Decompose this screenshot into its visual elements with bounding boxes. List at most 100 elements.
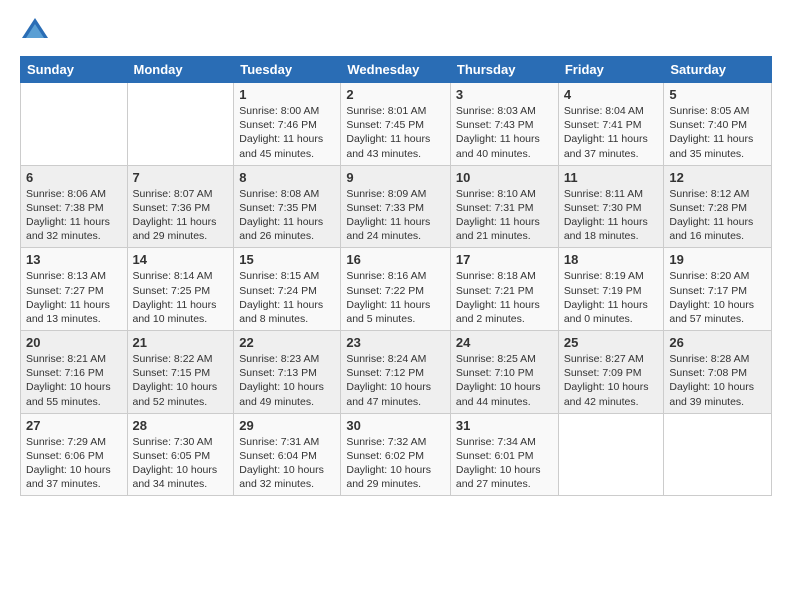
day-cell: 1 Sunrise: 8:00 AM Sunset: 7:46 PM Daylig… <box>234 83 341 166</box>
weekday-row: SundayMondayTuesdayWednesdayThursdayFrid… <box>21 57 772 83</box>
day-info: Sunrise: 8:27 AM Sunset: 7:09 PM Dayligh… <box>564 352 659 409</box>
day-info: Sunrise: 8:01 AM Sunset: 7:45 PM Dayligh… <box>346 104 445 161</box>
header <box>20 16 772 46</box>
day-info: Sunrise: 8:09 AM Sunset: 7:33 PM Dayligh… <box>346 187 445 244</box>
day-number: 30 <box>346 418 445 433</box>
day-cell: 13 Sunrise: 8:13 AM Sunset: 7:27 PM Dayli… <box>21 248 128 331</box>
day-number: 29 <box>239 418 335 433</box>
day-info: Sunrise: 8:04 AM Sunset: 7:41 PM Dayligh… <box>564 104 659 161</box>
day-number: 7 <box>133 170 229 185</box>
weekday-header-tuesday: Tuesday <box>234 57 341 83</box>
day-cell <box>127 83 234 166</box>
day-cell: 24Sunrise: 8:25 AM Sunset: 7:10 PM Dayli… <box>450 331 558 414</box>
day-number: 9 <box>346 170 445 185</box>
day-number: 19 <box>669 252 766 267</box>
day-info: Sunrise: 7:30 AM Sunset: 6:05 PM Dayligh… <box>133 435 229 492</box>
day-number: 23 <box>346 335 445 350</box>
day-number: 12 <box>669 170 766 185</box>
day-cell <box>21 83 128 166</box>
week-row-3: 13 Sunrise: 8:13 AM Sunset: 7:27 PM Dayli… <box>21 248 772 331</box>
day-info: Sunrise: 8:05 AM Sunset: 7:40 PM Dayligh… <box>669 104 766 161</box>
day-info: Sunrise: 8:15 AM Sunset: 7:24 PM Dayligh… <box>239 269 335 326</box>
day-number: 17 <box>456 252 553 267</box>
day-cell: 3 Sunrise: 8:03 AM Sunset: 7:43 PM Daylig… <box>450 83 558 166</box>
calendar-body: 1 Sunrise: 8:00 AM Sunset: 7:46 PM Daylig… <box>21 83 772 496</box>
day-number: 2 <box>346 87 445 102</box>
week-row-1: 1 Sunrise: 8:00 AM Sunset: 7:46 PM Daylig… <box>21 83 772 166</box>
day-number: 4 <box>564 87 659 102</box>
day-info: Sunrise: 7:29 AM Sunset: 6:06 PM Dayligh… <box>26 435 122 492</box>
day-cell: 9 Sunrise: 8:09 AM Sunset: 7:33 PM Daylig… <box>341 165 451 248</box>
day-info: Sunrise: 8:21 AM Sunset: 7:16 PM Dayligh… <box>26 352 122 409</box>
day-info: Sunrise: 8:22 AM Sunset: 7:15 PM Dayligh… <box>133 352 229 409</box>
day-number: 21 <box>133 335 229 350</box>
weekday-header-sunday: Sunday <box>21 57 128 83</box>
day-cell: 17Sunrise: 8:18 AM Sunset: 7:21 PM Dayli… <box>450 248 558 331</box>
day-info: Sunrise: 8:14 AM Sunset: 7:25 PM Dayligh… <box>133 269 229 326</box>
day-number: 11 <box>564 170 659 185</box>
day-cell: 23 Sunrise: 8:24 AM Sunset: 7:12 PM Dayli… <box>341 331 451 414</box>
weekday-header-thursday: Thursday <box>450 57 558 83</box>
day-number: 6 <box>26 170 122 185</box>
day-info: Sunrise: 7:32 AM Sunset: 6:02 PM Dayligh… <box>346 435 445 492</box>
day-number: 1 <box>239 87 335 102</box>
day-number: 26 <box>669 335 766 350</box>
day-info: Sunrise: 8:03 AM Sunset: 7:43 PM Dayligh… <box>456 104 553 161</box>
day-info: Sunrise: 7:31 AM Sunset: 6:04 PM Dayligh… <box>239 435 335 492</box>
day-number: 31 <box>456 418 553 433</box>
day-info: Sunrise: 8:06 AM Sunset: 7:38 PM Dayligh… <box>26 187 122 244</box>
week-row-2: 6 Sunrise: 8:06 AM Sunset: 7:38 PM Daylig… <box>21 165 772 248</box>
day-number: 28 <box>133 418 229 433</box>
weekday-header-wednesday: Wednesday <box>341 57 451 83</box>
day-number: 14 <box>133 252 229 267</box>
day-cell: 29 Sunrise: 7:31 AM Sunset: 6:04 PM Dayli… <box>234 413 341 496</box>
day-cell: 11Sunrise: 8:11 AM Sunset: 7:30 PM Dayli… <box>558 165 664 248</box>
day-cell: 22Sunrise: 8:23 AM Sunset: 7:13 PM Dayli… <box>234 331 341 414</box>
day-cell: 27 Sunrise: 7:29 AM Sunset: 6:06 PM Dayli… <box>21 413 128 496</box>
logo <box>20 16 54 46</box>
day-info: Sunrise: 7:34 AM Sunset: 6:01 PM Dayligh… <box>456 435 553 492</box>
day-cell: 20 Sunrise: 8:21 AM Sunset: 7:16 PM Dayli… <box>21 331 128 414</box>
day-cell <box>558 413 664 496</box>
day-info: Sunrise: 8:28 AM Sunset: 7:08 PM Dayligh… <box>669 352 766 409</box>
day-cell: 6 Sunrise: 8:06 AM Sunset: 7:38 PM Daylig… <box>21 165 128 248</box>
calendar-header: SundayMondayTuesdayWednesdayThursdayFrid… <box>21 57 772 83</box>
day-cell: 14 Sunrise: 8:14 AM Sunset: 7:25 PM Dayli… <box>127 248 234 331</box>
weekday-header-monday: Monday <box>127 57 234 83</box>
day-info: Sunrise: 8:19 AM Sunset: 7:19 PM Dayligh… <box>564 269 659 326</box>
day-cell: 25 Sunrise: 8:27 AM Sunset: 7:09 PM Dayli… <box>558 331 664 414</box>
day-number: 16 <box>346 252 445 267</box>
day-cell: 4 Sunrise: 8:04 AM Sunset: 7:41 PM Daylig… <box>558 83 664 166</box>
day-cell: 10Sunrise: 8:10 AM Sunset: 7:31 PM Dayli… <box>450 165 558 248</box>
day-cell: 16Sunrise: 8:16 AM Sunset: 7:22 PM Dayli… <box>341 248 451 331</box>
day-cell: 5 Sunrise: 8:05 AM Sunset: 7:40 PM Daylig… <box>664 83 772 166</box>
day-info: Sunrise: 8:08 AM Sunset: 7:35 PM Dayligh… <box>239 187 335 244</box>
page: SundayMondayTuesdayWednesdayThursdayFrid… <box>0 0 792 612</box>
day-number: 8 <box>239 170 335 185</box>
day-info: Sunrise: 8:10 AM Sunset: 7:31 PM Dayligh… <box>456 187 553 244</box>
day-info: Sunrise: 8:24 AM Sunset: 7:12 PM Dayligh… <box>346 352 445 409</box>
weekday-header-friday: Friday <box>558 57 664 83</box>
day-info: Sunrise: 8:25 AM Sunset: 7:10 PM Dayligh… <box>456 352 553 409</box>
week-row-4: 20 Sunrise: 8:21 AM Sunset: 7:16 PM Dayli… <box>21 331 772 414</box>
day-number: 20 <box>26 335 122 350</box>
day-cell: 21 Sunrise: 8:22 AM Sunset: 7:15 PM Dayli… <box>127 331 234 414</box>
day-number: 13 <box>26 252 122 267</box>
logo-icon <box>20 16 50 46</box>
day-info: Sunrise: 8:13 AM Sunset: 7:27 PM Dayligh… <box>26 269 122 326</box>
day-number: 22 <box>239 335 335 350</box>
day-info: Sunrise: 8:20 AM Sunset: 7:17 PM Dayligh… <box>669 269 766 326</box>
day-number: 18 <box>564 252 659 267</box>
day-cell: 15Sunrise: 8:15 AM Sunset: 7:24 PM Dayli… <box>234 248 341 331</box>
day-number: 25 <box>564 335 659 350</box>
day-info: Sunrise: 8:00 AM Sunset: 7:46 PM Dayligh… <box>239 104 335 161</box>
day-cell: 8 Sunrise: 8:08 AM Sunset: 7:35 PM Daylig… <box>234 165 341 248</box>
day-cell <box>664 413 772 496</box>
day-number: 5 <box>669 87 766 102</box>
calendar-table: SundayMondayTuesdayWednesdayThursdayFrid… <box>20 56 772 496</box>
day-cell: 12Sunrise: 8:12 AM Sunset: 7:28 PM Dayli… <box>664 165 772 248</box>
day-cell: 2 Sunrise: 8:01 AM Sunset: 7:45 PM Daylig… <box>341 83 451 166</box>
day-number: 27 <box>26 418 122 433</box>
day-number: 3 <box>456 87 553 102</box>
day-cell: 28 Sunrise: 7:30 AM Sunset: 6:05 PM Dayli… <box>127 413 234 496</box>
